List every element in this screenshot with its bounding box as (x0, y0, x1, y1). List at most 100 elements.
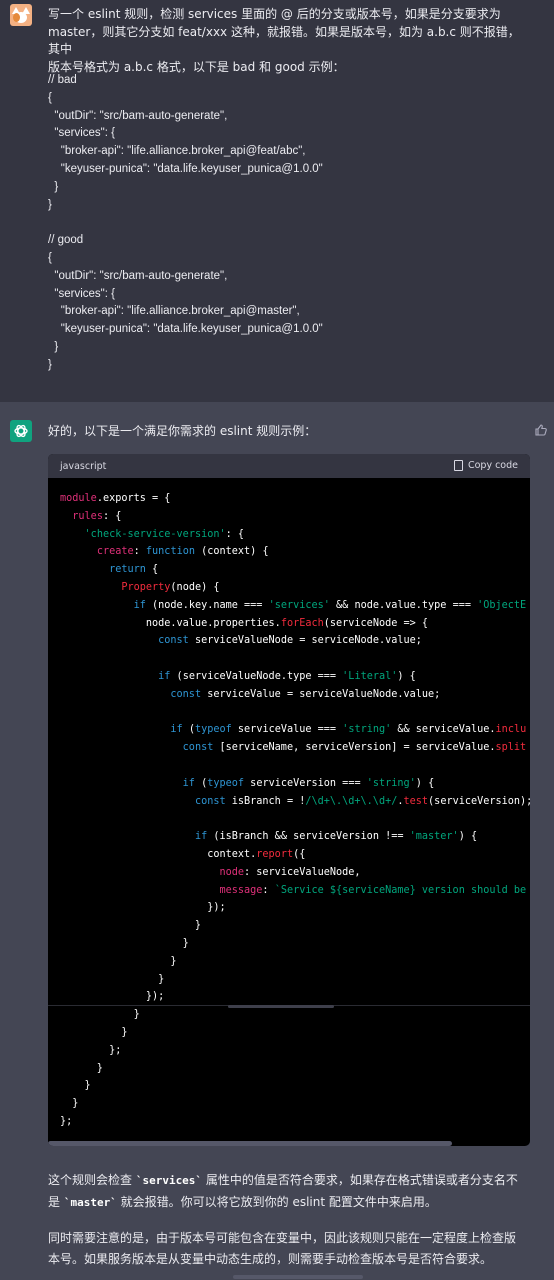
code-token: : { (102, 510, 122, 522)
code-token: ( (182, 724, 195, 736)
code-token: `Service ${serviceName} version should b… (274, 884, 527, 896)
code-token: typeof (194, 724, 232, 736)
copy-code-label: Copy code (467, 460, 518, 471)
code-token: (serviceNode => { (323, 617, 429, 629)
user-code-line: "keyuser-punica": "data.life.keyuser_pun… (48, 162, 323, 175)
code-token: && serviceValue. (391, 724, 496, 736)
user-code-line: } (48, 358, 52, 371)
code-token: if (182, 777, 195, 789)
code-token: module (60, 493, 97, 504)
code-token: (serviceValueNode.type === (170, 670, 343, 682)
user-code-line: "services": { (48, 287, 115, 300)
code-token: rules (72, 510, 103, 522)
code-line: rules: { (60, 508, 530, 526)
code-token: : (133, 546, 146, 558)
code-token: } (60, 1009, 140, 1021)
code-token: (node.key.name === (145, 599, 269, 611)
code-token: message (219, 884, 263, 896)
user-message-line: 写一个 eslint 规则，检测 services 里面的 @ 后的分支或版本号… (48, 7, 501, 21)
code-token: : { (225, 528, 245, 540)
code-token: ({ (293, 848, 306, 860)
code-language-label: javascript (60, 461, 107, 472)
code-token: serviceValueNode = serviceNode.value; (188, 635, 422, 647)
code-token: 'string' (366, 777, 416, 789)
code-token: 'services' (268, 599, 330, 611)
code-line: }; (60, 1042, 530, 1060)
code-token: isBranch = ! (225, 795, 306, 807)
copy-code-button[interactable]: Copy code (453, 460, 518, 471)
code-token: } (60, 1026, 128, 1038)
paragraph-text: 这个规则会检查 (48, 1173, 136, 1187)
code-token: } (60, 955, 177, 967)
code-line: context.report({ (60, 846, 530, 864)
code-line: }); (60, 899, 530, 917)
code-token: typeof (207, 777, 245, 789)
code-line: create: function (context) { (60, 543, 530, 561)
code-token: : serviceValueNode, (244, 866, 361, 878)
user-message-text: 写一个 eslint 规则，检测 services 里面的 @ 后的分支或版本号… (48, 6, 528, 76)
code-line: return { (60, 561, 530, 579)
code-line: } (60, 1095, 530, 1113)
inline-code: `services` (135, 1174, 203, 1187)
code-token: return (109, 564, 146, 576)
user-message-line: master，则其它分支如 feat/xxx 这种，就报错。如果是版本号，如为 … (48, 24, 520, 57)
user-code-line: // good (48, 234, 84, 247)
user-message: 写一个 eslint 规则，检测 services 里面的 @ 后的分支或版本号… (0, 0, 554, 402)
code-token: }); (60, 991, 165, 1003)
code-token: serviceValue === (231, 724, 343, 736)
code-token: (context) { (194, 546, 269, 558)
code-token: const (194, 795, 226, 807)
code-token: }; (60, 1115, 73, 1127)
user-code-line: "broker-api": "life.alliance.broker_api@… (48, 305, 300, 318)
user-avatar-icon (10, 4, 32, 26)
inline-code: `master` (63, 1195, 117, 1209)
code-content: module.exports = { rules: { 'check-servi… (60, 490, 530, 1140)
code-line: message: `Service ${serviceName} version… (60, 882, 530, 900)
page-scrollbar[interactable] (233, 1275, 363, 1279)
code-line: if (isBranch && serviceVersion !== 'mast… (60, 828, 530, 846)
code-token: [serviceName, serviceVersion] = serviceV… (213, 742, 496, 754)
user-code-line: "outDir": "src/bam-auto-generate", (48, 109, 228, 122)
code-token: inclu (495, 724, 527, 736)
code-line: node.value.properties.forEach(serviceNod… (60, 615, 530, 633)
code-token: test (403, 795, 429, 807)
code-token: report (256, 848, 294, 860)
code-token: (isBranch && serviceVersion !== (207, 831, 410, 843)
code-token: : (262, 884, 275, 896)
code-token: { (145, 564, 159, 576)
code-token: && node.value.type === (329, 599, 478, 611)
thumbs-up-icon[interactable] (534, 422, 548, 436)
code-line: const [serviceName, serviceVersion] = se… (60, 739, 530, 757)
code-token: Property (121, 581, 171, 593)
code-block: javascript Copy code module.exports = { … (48, 454, 530, 1146)
code-line: } (60, 1024, 530, 1042)
code-token: const (158, 635, 189, 647)
user-code-line: "broker-api": "life.alliance.broker_api@… (48, 145, 306, 158)
user-code-line: "keyuser-punica": "data.life.keyuser_pun… (48, 323, 323, 336)
assistant-message: 好的，以下是一个满足你需求的 eslint 规则示例： javascript C… (0, 402, 554, 1280)
code-token: forEach (280, 617, 324, 629)
user-code-line (48, 214, 528, 232)
code-token: context. (60, 848, 257, 860)
code-token: } (60, 937, 189, 949)
code-token: /\d+\.\d+\.\d+/ (305, 795, 398, 807)
code-token: (serviceVersion); (428, 795, 530, 807)
code-inner-scrollbar[interactable] (228, 1005, 334, 1008)
code-line: node: serviceValueNode, (60, 864, 530, 882)
code-horizontal-scrollbar[interactable] (48, 1141, 452, 1146)
code-token: if (194, 831, 208, 843)
code-line: if (typeof serviceVersion === 'string') … (60, 775, 530, 793)
user-code-line: } (48, 340, 59, 353)
code-token: (node) { (170, 581, 220, 593)
user-code-line: { (48, 91, 52, 104)
code-token: node (219, 866, 245, 878)
code-line: } (60, 953, 530, 971)
